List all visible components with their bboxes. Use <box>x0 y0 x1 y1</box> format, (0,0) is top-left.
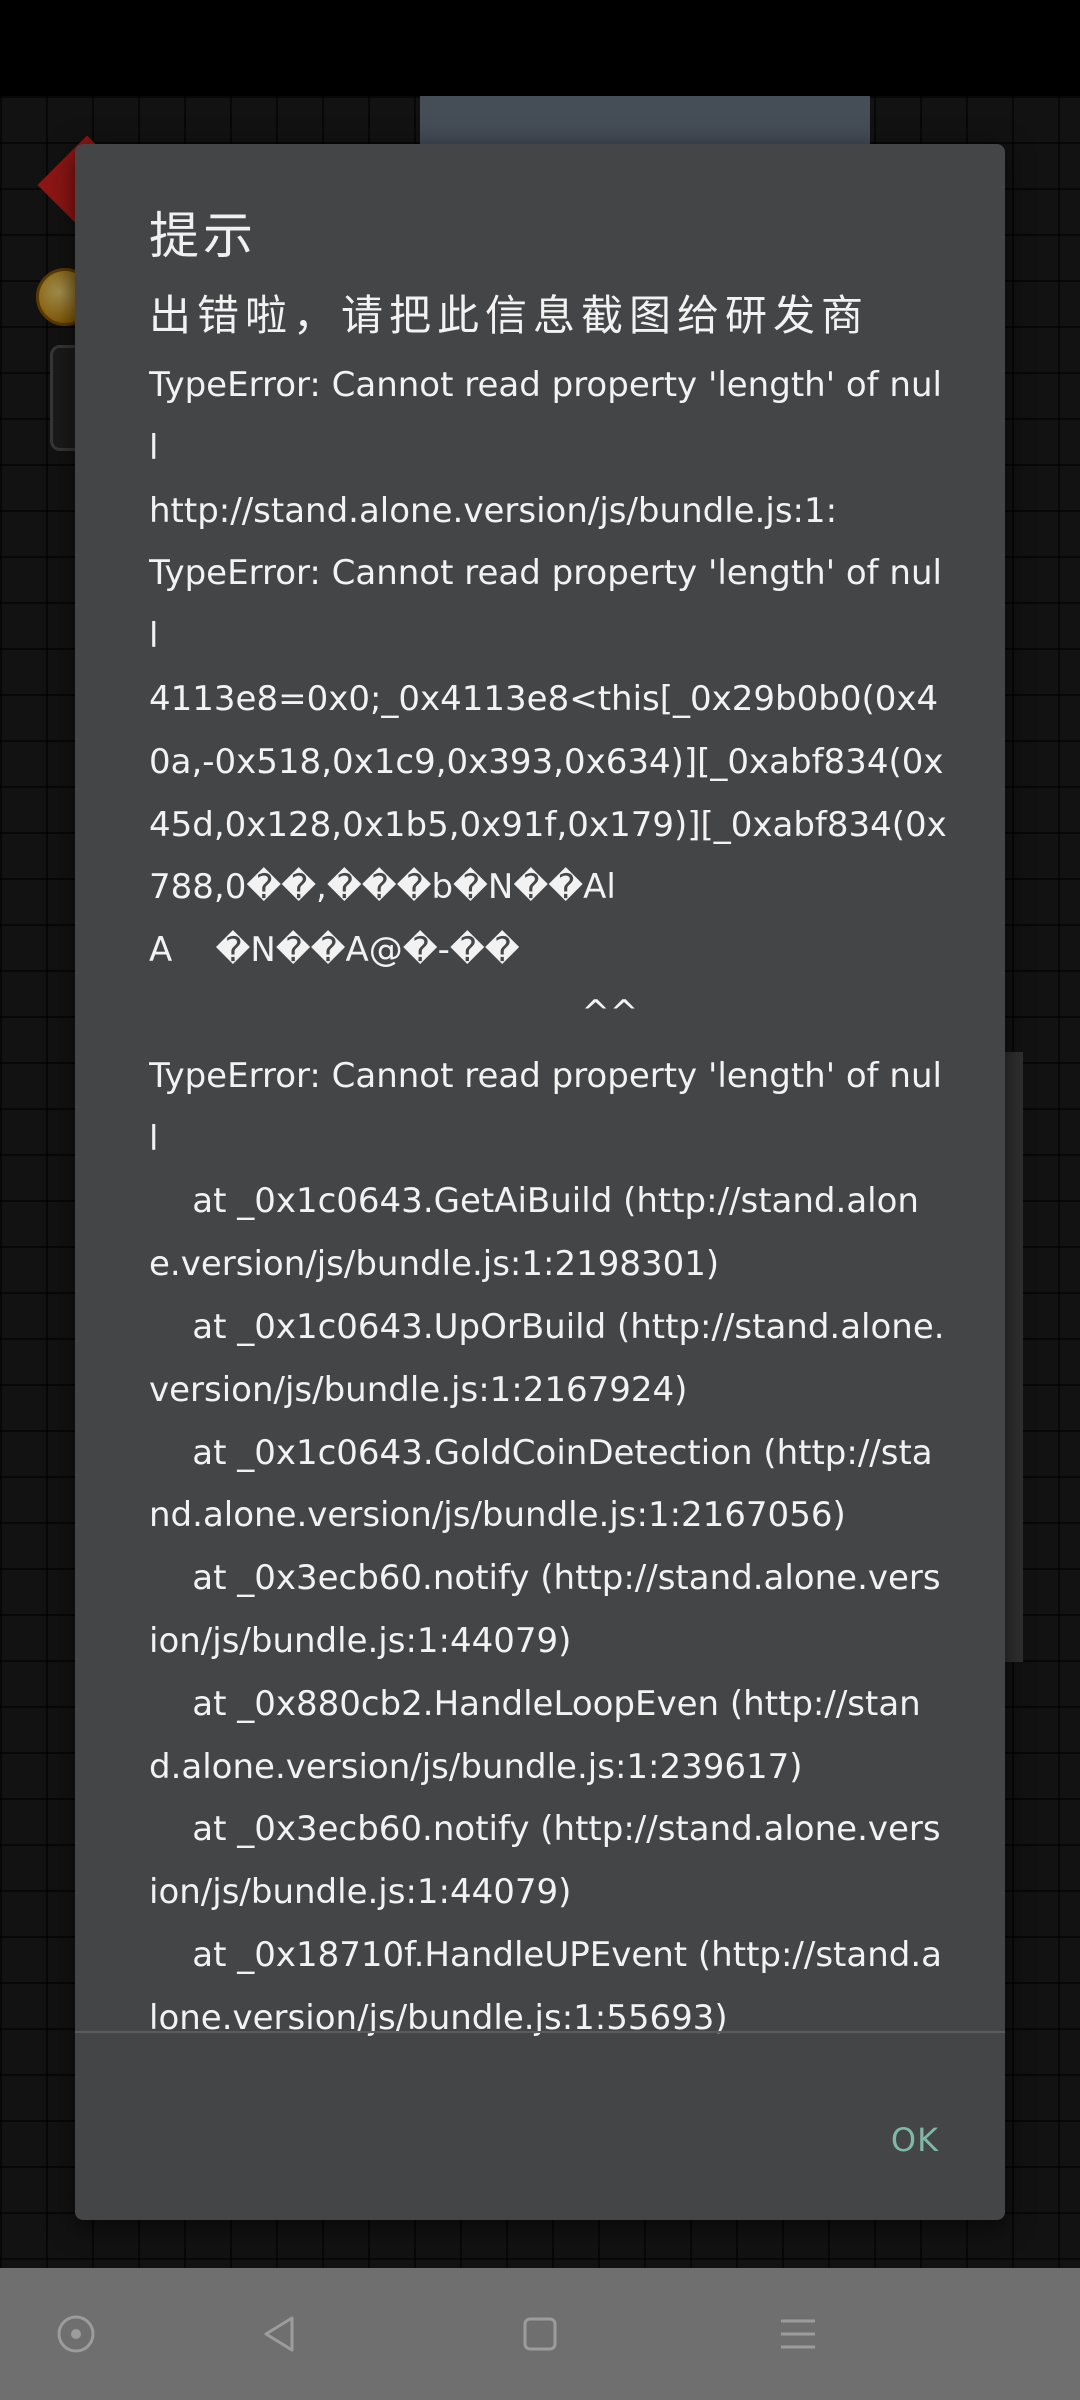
dialog-scroll-body[interactable]: 出错啦，请把此信息截图给研发商 TypeError: Cannot read p… <box>149 284 949 2174</box>
screen: 提示 出错啦，请把此信息截图给研发商 TypeError: Cannot rea… <box>0 0 1080 2400</box>
nav-home-button[interactable] <box>480 2268 600 2400</box>
error-stack-trace: TypeError: Cannot read property 'length'… <box>149 365 947 2038</box>
nav-menu-button[interactable] <box>738 2268 858 2400</box>
menu-lines-icon <box>781 2319 815 2349</box>
back-triangle-icon <box>264 2316 294 2352</box>
ok-button[interactable]: OK <box>865 2104 965 2174</box>
system-nav-bar <box>0 2268 1080 2400</box>
home-square-icon <box>523 2317 557 2351</box>
dialog-divider <box>75 2031 1005 2033</box>
nav-assistant-button[interactable] <box>16 2268 136 2400</box>
assistant-dot-icon <box>57 2315 95 2353</box>
dialog-title: 提示 <box>149 207 257 265</box>
dialog-message: 出错啦，请把此信息截图给研发商 <box>149 291 870 340</box>
nav-back-button[interactable] <box>220 2268 340 2400</box>
error-dialog: 提示 出错啦，请把此信息截图给研发商 TypeError: Cannot rea… <box>75 144 1005 2220</box>
